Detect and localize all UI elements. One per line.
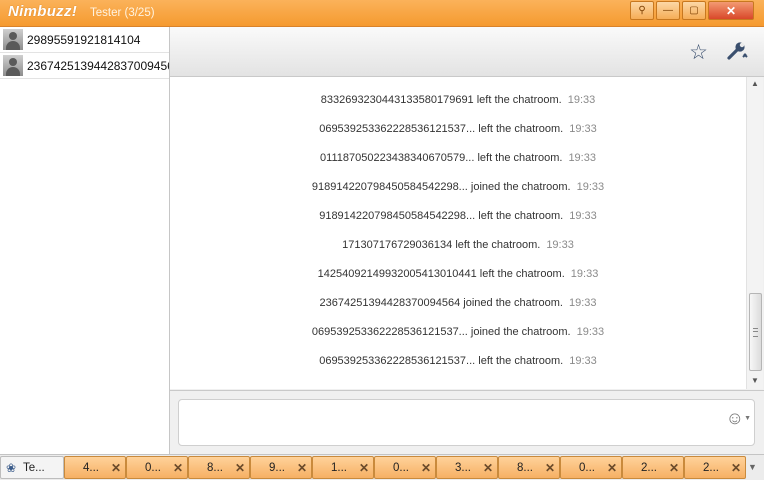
tab-conversation[interactable]: 8... ✕	[498, 456, 560, 479]
system-message: 918914220798450584542298... left the cha…	[319, 210, 597, 222]
tab-chatroom[interactable]: ❀ Te...	[0, 456, 64, 479]
tab-conversation[interactable]: 1... ✕	[312, 456, 374, 479]
tab-conversation[interactable]: 9... ✕	[250, 456, 312, 479]
tab-overflow-icon[interactable]: ▼	[746, 455, 759, 480]
conversation-tabs: ❀ Te... 4... ✕ 0... ✕ 8... ✕ 9... ✕ 1... ✕ 0.…	[0, 454, 764, 480]
title-bar: Nimbuzz! Tester (3/25) ⚲ — ▢ ✕	[0, 0, 764, 27]
pin-button[interactable]: ⚲	[630, 1, 654, 20]
system-message: 0695392533622285361215​37... joined the …	[311, 326, 605, 338]
message-scrollbar[interactable]: ▲ ▼	[746, 77, 763, 389]
chevron-down-icon[interactable]: ▼	[744, 415, 751, 422]
close-icon[interactable]: ✕	[235, 461, 245, 475]
participant-item[interactable]: 29895591921814104	[0, 27, 169, 53]
tab-conversation[interactable]: 8... ✕	[188, 456, 250, 479]
close-icon[interactable]: ✕	[669, 461, 679, 475]
tab-conversation[interactable]: 4... ✕	[64, 456, 126, 479]
close-icon[interactable]: ✕	[173, 461, 183, 475]
maximize-button[interactable]: ▢	[682, 1, 706, 20]
tab-conversation[interactable]: 0... ✕	[126, 456, 188, 479]
close-icon[interactable]: ✕	[421, 461, 431, 475]
close-icon[interactable]: ✕	[359, 461, 369, 475]
message-box: ☺ ▼	[178, 399, 755, 446]
system-message: 011187050223438340670579... left the cha…	[320, 152, 596, 164]
tab-conversation[interactable]: 0... ✕	[560, 456, 622, 479]
participant-name: 236742513944283700945642	[27, 58, 169, 73]
scroll-thumb[interactable]	[749, 293, 762, 371]
composer: ☺ ▼	[170, 390, 764, 455]
minimize-button[interactable]: —	[656, 1, 680, 20]
avatar	[3, 29, 23, 50]
window-controls: ⚲ — ▢ ✕	[628, 1, 754, 20]
close-button[interactable]: ✕	[708, 1, 754, 20]
system-message: 171307176729036134 left the chatroom. 19:…	[342, 239, 574, 251]
participant-list: 29895591921814104 2367425139442837009456…	[0, 27, 170, 454]
scroll-up-icon[interactable]: ▲	[747, 77, 763, 91]
avatar	[3, 55, 23, 76]
app-logo: Nimbuzz!	[8, 3, 78, 20]
tab-conversation[interactable]: 2... ✕	[622, 456, 684, 479]
tab-conversation[interactable]: 2... ✕	[684, 456, 746, 479]
system-message: 236742513944283700945​64 joined the chat…	[319, 297, 597, 309]
star-icon[interactable]: ☆	[689, 40, 708, 65]
system-message: 0695392533622285361215​37... left the ch…	[319, 123, 597, 135]
close-icon[interactable]: ✕	[545, 461, 555, 475]
tab-conversation[interactable]: 0... ✕	[374, 456, 436, 479]
window-title: Tester (3/25)	[90, 7, 155, 19]
close-icon[interactable]: ✕	[607, 461, 617, 475]
close-icon[interactable]: ✕	[111, 461, 121, 475]
system-message: 142540921499320054130104​41 left the cha…	[317, 268, 599, 280]
nimbuzz-paw-icon: ❀	[6, 461, 17, 475]
close-icon[interactable]: ✕	[297, 461, 307, 475]
scroll-down-icon[interactable]: ▼	[747, 374, 763, 388]
wrench-icon[interactable]	[726, 41, 748, 67]
participant-item[interactable]: 236742513944283700945642	[0, 53, 169, 79]
participant-name: 29895591921814104	[27, 32, 141, 47]
message-log: 833269323044313358017969​1 left the chat…	[170, 77, 746, 389]
system-message: 918914220798450584542298... joined the c…	[311, 181, 605, 193]
emoticon-icon[interactable]: ☺	[726, 408, 744, 429]
system-message: 833269323044313358017969​1 left the chat…	[320, 94, 596, 106]
close-icon[interactable]: ✕	[483, 461, 493, 475]
tab-conversation[interactable]: 3... ✕	[436, 456, 498, 479]
close-icon[interactable]: ✕	[731, 461, 741, 475]
chat-toolbar: ☆	[170, 27, 764, 77]
message-input[interactable]	[185, 400, 709, 442]
system-message: 0695392533622285361215​37... left the ch…	[319, 355, 597, 367]
